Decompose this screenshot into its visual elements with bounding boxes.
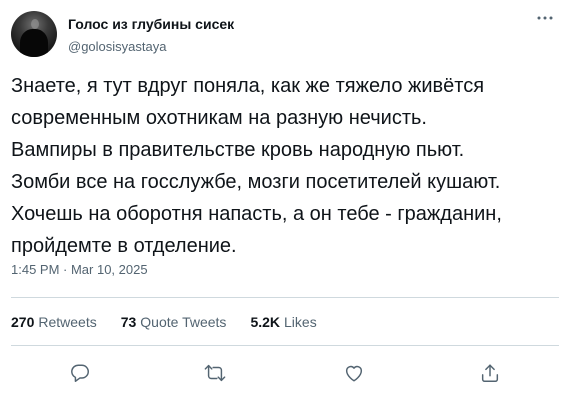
more-options-button[interactable]	[534, 10, 556, 26]
divider	[11, 345, 559, 346]
author-handle[interactable]: @golosisyastaya	[68, 39, 166, 54]
heart-icon	[345, 365, 363, 382]
quote-tweets-label: Quote Tweets	[140, 314, 227, 330]
share-button[interactable]	[477, 360, 503, 386]
likes-count: 5.2K	[250, 314, 281, 330]
avatar[interactable]	[11, 11, 57, 57]
retweet-icon	[204, 364, 226, 382]
tweet-text: Знаете, я тут вдруг поняла, как же тяжел…	[11, 75, 502, 257]
retweets-count: 270	[11, 314, 35, 330]
author-display-name[interactable]: Голос из глубины сисек	[68, 16, 234, 32]
avatar-figure	[20, 29, 48, 57]
tweet-card: Голос из глубины сисек @golosisyastaya З…	[0, 0, 570, 406]
divider	[11, 297, 559, 298]
action-bar	[0, 356, 570, 388]
engagement-stats: 270 Retweets 73 Quote Tweets 5.2K Likes	[11, 314, 341, 332]
more-dots-icon	[537, 16, 553, 20]
retweet-button[interactable]	[202, 360, 228, 386]
avatar-highlight	[31, 19, 39, 29]
reply-button[interactable]	[67, 360, 93, 386]
quote-tweets-count: 73	[120, 314, 137, 330]
reply-icon	[71, 364, 89, 382]
like-button[interactable]	[341, 360, 367, 386]
tweet-timestamp[interactable]: 1:45 PM · Mar 10, 2025	[11, 262, 148, 277]
quote-tweets-stat[interactable]: 73 Quote Tweets	[121, 314, 227, 330]
retweets-label: Retweets	[38, 314, 97, 330]
share-icon	[481, 364, 499, 382]
retweets-stat[interactable]: 270 Retweets	[11, 314, 97, 330]
likes-label: Likes	[284, 314, 317, 330]
likes-stat[interactable]: 5.2K Likes	[250, 314, 316, 330]
